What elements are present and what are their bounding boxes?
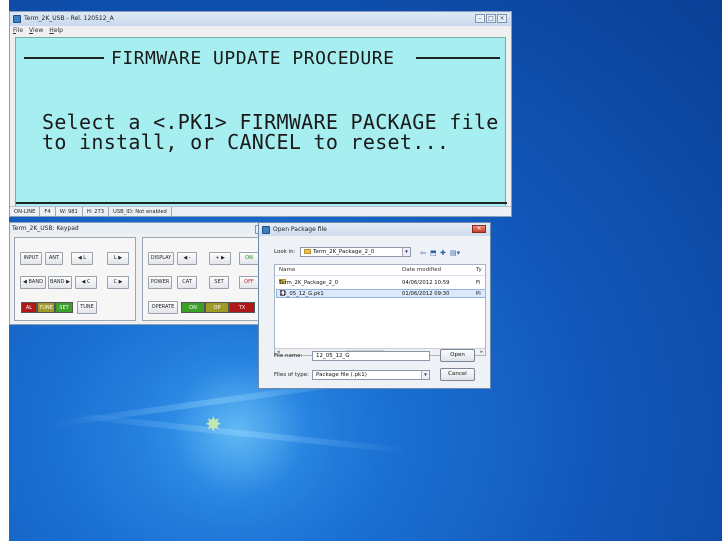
menubar: File View Help bbox=[10, 26, 511, 36]
folder-icon bbox=[304, 249, 311, 254]
close-icon[interactable]: × bbox=[497, 14, 507, 23]
term-titlebar[interactable]: Term_2K_USB - Rel. 120512_A – □ × bbox=[10, 12, 511, 26]
windows-logo-icon: ✸ bbox=[205, 412, 222, 436]
minimize-icon[interactable]: – bbox=[475, 14, 485, 23]
keypad-titlebar[interactable]: Term_2K_USB: Keypad × bbox=[10, 223, 269, 234]
l-right-button[interactable]: L ▶ bbox=[107, 252, 129, 265]
lcd-header: FIRMWARE UPDATE PROCEDURE bbox=[111, 48, 395, 69]
dialog-title: Open Package file bbox=[273, 226, 327, 233]
status-usb-id: USB_ID: Not enabled bbox=[109, 207, 172, 216]
set-led: SET bbox=[55, 302, 73, 313]
menu-view[interactable]: View bbox=[29, 26, 43, 36]
files-of-type-select[interactable]: Package file (.pk1) ▾ bbox=[312, 370, 430, 380]
column-name[interactable]: Name bbox=[279, 265, 295, 276]
column-type[interactable]: Ty bbox=[476, 265, 482, 276]
operate-button[interactable]: OPERATE bbox=[148, 301, 178, 314]
tune-button[interactable]: TUNE bbox=[77, 301, 97, 314]
keypad-window: Term_2K_USB: Keypad × INPUT ANT ◀ L L ▶ … bbox=[9, 222, 270, 325]
on-button[interactable]: ON bbox=[239, 252, 259, 265]
file-name-label: File name: bbox=[274, 353, 303, 359]
c-left-button[interactable]: ◀ C bbox=[75, 276, 97, 289]
term-title: Term_2K_USB - Rel. 120512_A bbox=[24, 15, 114, 22]
input-button[interactable]: INPUT bbox=[20, 252, 42, 265]
status-height: H: 273 bbox=[83, 207, 110, 216]
file-date: 04/06/2012 10:59 bbox=[402, 280, 450, 286]
menu-file[interactable]: File bbox=[13, 26, 23, 36]
app-icon bbox=[262, 226, 270, 234]
file-type: Fi bbox=[476, 280, 481, 286]
band-down-button[interactable]: ◀ BAND bbox=[20, 276, 46, 289]
keypad-title: Term_2K_USB: Keypad bbox=[12, 225, 79, 232]
look-in-select[interactable]: Term_2K_Package_2_0 ▾ bbox=[300, 247, 411, 257]
back-icon[interactable]: ⇦ bbox=[420, 249, 426, 257]
on-led: ON bbox=[181, 302, 205, 313]
cat-button[interactable]: CAT bbox=[177, 276, 197, 289]
c-right-button[interactable]: C ▶ bbox=[107, 276, 129, 289]
file-row-selected[interactable]: 12_05_12_G.pk1 01/06/2012 09:30 Pl bbox=[276, 289, 485, 298]
open-button[interactable]: Open bbox=[440, 349, 475, 362]
op-led: OP bbox=[205, 302, 229, 313]
header-rule-left bbox=[24, 57, 104, 59]
scroll-right-icon[interactable]: ▸ bbox=[480, 349, 483, 355]
header-rule-right bbox=[416, 57, 500, 59]
menu-help[interactable]: Help bbox=[49, 26, 63, 36]
cancel-button[interactable]: Cancel bbox=[440, 368, 475, 381]
file-list-header: Name Date modified Ty bbox=[275, 265, 485, 276]
display-button[interactable]: DISPLAY bbox=[148, 252, 174, 265]
al-led: AL bbox=[21, 302, 37, 313]
term-window: Term_2K_USB - Rel. 120512_A – □ × File V… bbox=[9, 11, 512, 217]
l-left-button[interactable]: ◀ L bbox=[71, 252, 93, 265]
file-date: 01/06/2012 09:30 bbox=[402, 291, 450, 297]
dialog-titlebar[interactable]: Open Package file × bbox=[259, 223, 490, 236]
keypad-left-group: INPUT ANT ◀ L L ▶ ◀ BAND BAND ▶ ◀ C C ▶ … bbox=[14, 237, 136, 321]
increment-button[interactable]: + ▶ bbox=[209, 252, 231, 265]
up-folder-icon[interactable]: ⬒ bbox=[430, 249, 437, 257]
look-in-label: Look in: bbox=[274, 249, 296, 255]
status-online: ON-LINE bbox=[10, 207, 41, 216]
close-icon[interactable]: × bbox=[472, 225, 486, 233]
files-of-type-label: Files of type: bbox=[274, 372, 310, 378]
file-name-input[interactable]: 12_05_12_G bbox=[312, 351, 430, 361]
maximize-icon[interactable]: □ bbox=[486, 14, 496, 23]
off-button[interactable]: OFF bbox=[239, 276, 259, 289]
file-name: 12_05_12_G.pk1 bbox=[280, 291, 324, 297]
file-type: Pl bbox=[476, 291, 481, 297]
file-list: Name Date modified Ty Term_2K_Package_2_… bbox=[274, 264, 486, 356]
status-f4: F4 bbox=[40, 207, 56, 216]
ant-button[interactable]: ANT bbox=[45, 252, 63, 265]
view-menu-icon[interactable]: ▤▾ bbox=[450, 249, 460, 257]
band-up-button[interactable]: BAND ▶ bbox=[48, 276, 72, 289]
file-name: Term_2K_Package_2_0 bbox=[279, 280, 338, 286]
tx-led: TX bbox=[229, 302, 255, 313]
keypad-right-group: DISPLAY ◀ - + ▶ ON POWER CAT SET OFF OPE… bbox=[142, 237, 266, 321]
chevron-down-icon: ▾ bbox=[402, 248, 410, 256]
new-folder-icon[interactable]: ✚ bbox=[440, 249, 446, 257]
tune-led: TUNE bbox=[37, 302, 55, 313]
set-button[interactable]: SET bbox=[209, 276, 229, 289]
open-file-dialog: Open Package file × Look in: Term_2K_Pac… bbox=[258, 222, 491, 389]
decrement-button[interactable]: ◀ - bbox=[177, 252, 197, 265]
lcd-display: FIRMWARE UPDATE PROCEDURE Select a <.PK1… bbox=[15, 37, 507, 207]
chevron-down-icon: ▾ bbox=[421, 371, 429, 379]
statusbar: ON-LINE F4 W: 981 H: 273 USB_ID: Not ena… bbox=[10, 206, 511, 216]
lcd-message: Select a <.PK1> FIRMWARE PACKAGE file to… bbox=[42, 110, 499, 154]
app-icon bbox=[13, 15, 21, 23]
column-date[interactable]: Date modified bbox=[402, 265, 441, 276]
look-in-value: Term_2K_Package_2_0 bbox=[313, 249, 375, 255]
files-of-type-value: Package file (.pk1) bbox=[316, 372, 367, 378]
status-width: W: 981 bbox=[56, 207, 83, 216]
lcd-bottom-rule bbox=[16, 202, 507, 204]
file-row[interactable]: Term_2K_Package_2_0 04/06/2012 10:59 Fi bbox=[276, 279, 485, 288]
power-button[interactable]: POWER bbox=[148, 276, 172, 289]
